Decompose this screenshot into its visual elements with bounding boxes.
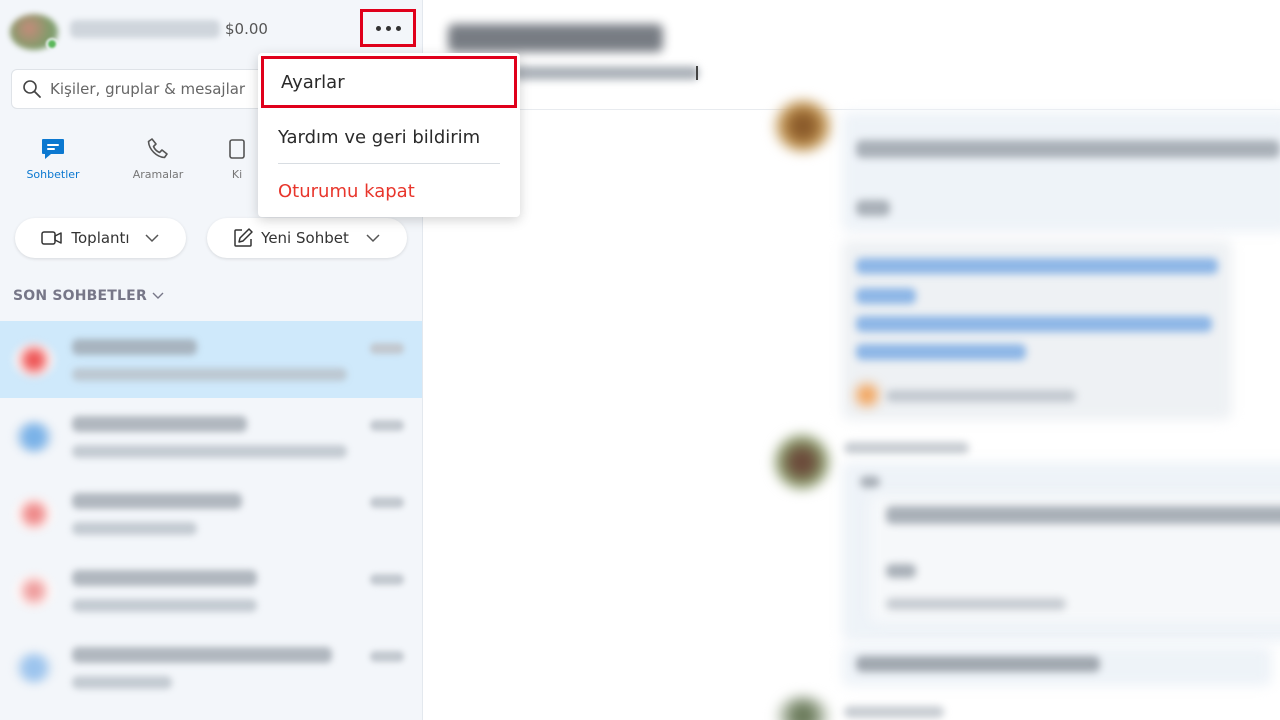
chat-snippet-blurred (72, 599, 257, 612)
chat-snippet-blurred (72, 445, 347, 458)
nav-label-calls: Aramalar (132, 168, 184, 181)
link-favicon (856, 384, 878, 406)
contacts-icon (229, 139, 245, 159)
conversation-pane (424, 0, 1280, 720)
menu-item-help-feedback[interactable]: Yardım ve geri bildirim (258, 115, 520, 159)
chat-time-blurred (370, 497, 404, 508)
chat-time-blurred (370, 651, 404, 662)
quote-text-blurred (886, 564, 916, 578)
recent-chats-header[interactable]: SON SOHBETLER (13, 288, 165, 304)
ellipsis-icon (375, 25, 401, 31)
nav-label-chats: Sohbetler (26, 168, 80, 181)
chat-list-item[interactable] (0, 321, 422, 398)
profile-area[interactable]: $0.00 (10, 10, 390, 50)
meeting-button[interactable]: Toplantı (15, 218, 186, 258)
conversation-subtitle-blurred[interactable] (514, 66, 699, 80)
chat-name-blurred (72, 339, 197, 355)
conversation-header (424, 0, 1280, 110)
credit-balance[interactable]: $0.00 (225, 20, 268, 38)
chat-list-item[interactable] (0, 475, 422, 552)
quote-meta-blurred (886, 598, 1066, 610)
message-meta-blurred (844, 706, 944, 718)
more-options-button[interactable] (360, 9, 416, 47)
link-text-blurred (856, 316, 1212, 332)
recent-chats-title: SON SOHBETLER (13, 288, 147, 304)
chat-list-item[interactable] (0, 552, 422, 629)
chat-time-blurred (370, 420, 404, 431)
search-icon (23, 80, 41, 98)
message-text-blurred (856, 656, 1100, 672)
link-text-blurred (856, 288, 916, 304)
search-input[interactable] (50, 80, 250, 98)
quote-text-blurred (886, 506, 1280, 524)
compose-icon (234, 228, 253, 247)
menu-item-settings-label: Ayarlar (281, 71, 345, 93)
nav-tab-calls[interactable]: Aramalar (113, 134, 203, 181)
conversation-title-blurred[interactable] (448, 24, 663, 52)
chat-name-blurred (72, 570, 257, 586)
chat-avatar (14, 343, 54, 377)
chevron-down-icon (366, 234, 380, 243)
nav-tab-chats[interactable]: Sohbetler (8, 134, 98, 181)
chat-list (0, 321, 422, 706)
chat-list-item[interactable] (0, 629, 422, 706)
chat-snippet-blurred (72, 368, 347, 381)
menu-item-logout-label: Oturumu kapat (278, 180, 415, 202)
sender-avatar (776, 696, 830, 720)
text-cursor (696, 66, 698, 80)
meeting-label: Toplantı (71, 229, 130, 247)
nav-label-contacts: Ki (231, 168, 243, 181)
menu-item-logout[interactable]: Oturumu kapat (258, 169, 520, 213)
search-box[interactable] (11, 69, 271, 109)
link-domain-blurred (886, 390, 1076, 402)
message-text-blurred (860, 476, 880, 488)
link-text-blurred (856, 344, 1026, 360)
chat-avatar (14, 420, 54, 454)
menu-item-settings[interactable]: Ayarlar (261, 56, 517, 108)
chat-avatar (14, 651, 54, 685)
message-bubble (842, 112, 1280, 232)
message-text-blurred (856, 200, 890, 216)
chat-avatar (14, 574, 54, 608)
profile-name-blurred[interactable] (70, 20, 220, 38)
chat-name-blurred (72, 647, 332, 663)
sender-avatar (774, 434, 830, 490)
chat-name-blurred (72, 416, 247, 432)
menu-divider (278, 163, 500, 164)
chat-avatar (14, 497, 54, 531)
options-dropdown-menu: Ayarlar Yardım ve geri bildirim Oturumu … (258, 53, 520, 217)
chevron-down-icon (152, 292, 164, 299)
chat-time-blurred (370, 574, 404, 585)
chat-snippet-blurred (72, 676, 172, 689)
sender-avatar (774, 100, 832, 152)
menu-item-help-label: Yardım ve geri bildirim (278, 126, 481, 148)
chat-icon (42, 139, 64, 159)
phone-icon (147, 138, 168, 159)
chevron-down-icon (145, 234, 159, 243)
new-chat-button[interactable]: Yeni Sohbet (207, 218, 407, 258)
link-text-blurred (856, 258, 1218, 274)
chat-name-blurred (72, 493, 242, 509)
message-text-blurred (856, 140, 1280, 158)
chat-snippet-blurred (72, 522, 197, 535)
video-camera-icon (41, 231, 63, 245)
presence-indicator (46, 38, 58, 50)
nav-tab-contacts[interactable]: Ki (212, 134, 262, 181)
chat-list-item[interactable] (0, 398, 422, 475)
new-chat-label: Yeni Sohbet (261, 229, 349, 247)
message-meta-blurred (844, 442, 969, 454)
chat-time-blurred (370, 343, 404, 354)
